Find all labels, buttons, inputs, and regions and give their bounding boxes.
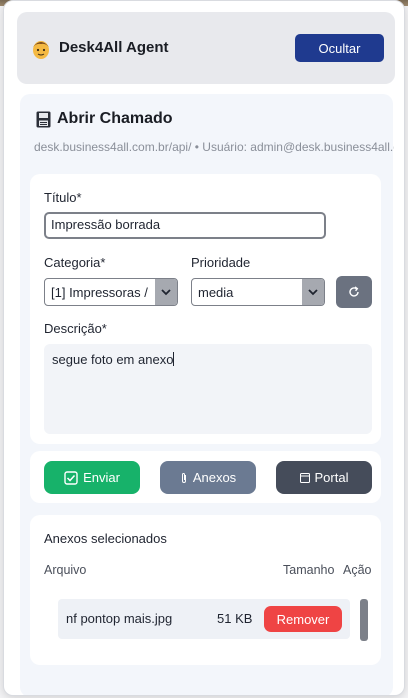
refresh-icon bbox=[349, 286, 359, 297]
agent-panel: Desk4All Agent Ocultar Abrir Chamado des… bbox=[3, 0, 405, 696]
column-header-size: Tamanho bbox=[283, 563, 335, 577]
chevron-down-icon bbox=[155, 279, 177, 305]
attachments-button[interactable]: Anexos bbox=[160, 461, 256, 494]
text-caret bbox=[173, 352, 175, 366]
title-input[interactable]: Impressão borrada bbox=[44, 212, 326, 239]
description-textarea[interactable]: segue foto em anexo bbox=[44, 344, 372, 434]
description-value: segue foto em anexo bbox=[52, 352, 174, 367]
description-label: Descrição* bbox=[44, 321, 107, 336]
priority-select[interactable]: media bbox=[191, 278, 325, 306]
send-button[interactable]: Enviar bbox=[44, 461, 140, 494]
column-header-action: Ação bbox=[343, 563, 372, 577]
paperclip-icon bbox=[181, 472, 186, 483]
title-label: Título* bbox=[44, 190, 82, 205]
attachments-section: Anexos selecionados Arquivo Tamanho Ação… bbox=[30, 515, 381, 665]
file-size: 51 KB bbox=[217, 611, 253, 626]
check-box-icon bbox=[64, 470, 78, 485]
page-title-row: Abrir Chamado bbox=[36, 110, 173, 128]
category-value: [1] Impressoras / bbox=[51, 284, 148, 300]
ticket-form: Título* Impressão borrada Categoria* [1]… bbox=[30, 174, 381, 444]
table-row: nf pontop mais.jpg 51 KB Remover bbox=[58, 599, 350, 639]
file-name: nf pontop mais.jpg bbox=[66, 611, 173, 626]
action-bar: Enviar Anexos Portal bbox=[30, 451, 381, 503]
portal-label: Portal bbox=[314, 470, 349, 485]
remove-button[interactable]: Remover bbox=[264, 606, 342, 632]
portal-button[interactable]: Portal bbox=[276, 461, 372, 494]
attachments-label: Anexos bbox=[192, 470, 237, 485]
floppy-disk-icon bbox=[36, 111, 51, 127]
ticket-content: Abrir Chamado desk.business4all.com.br/a… bbox=[20, 94, 394, 695]
chevron-down-icon bbox=[302, 279, 324, 305]
category-label: Categoria* bbox=[44, 255, 106, 270]
api-user-info: desk.business4all.com.br/api/ • Usuário:… bbox=[34, 140, 394, 154]
send-label: Enviar bbox=[83, 470, 120, 485]
hide-button[interactable]: Ocultar bbox=[295, 34, 384, 62]
attachments-title: Anexos selecionados bbox=[44, 531, 167, 546]
attachments-scrollbar[interactable] bbox=[360, 599, 368, 641]
refresh-button[interactable] bbox=[336, 276, 372, 308]
priority-value: media bbox=[198, 284, 234, 300]
column-header-file: Arquivo bbox=[44, 563, 87, 577]
agent-face-icon bbox=[33, 41, 49, 59]
app-header: Desk4All Agent Ocultar bbox=[17, 12, 395, 84]
window-icon bbox=[299, 472, 310, 483]
page-title: Abrir Chamado bbox=[57, 110, 173, 127]
category-select[interactable]: [1] Impressoras / bbox=[44, 278, 178, 306]
app-name: Desk4All Agent bbox=[59, 39, 169, 56]
priority-label: Prioridade bbox=[191, 255, 251, 270]
